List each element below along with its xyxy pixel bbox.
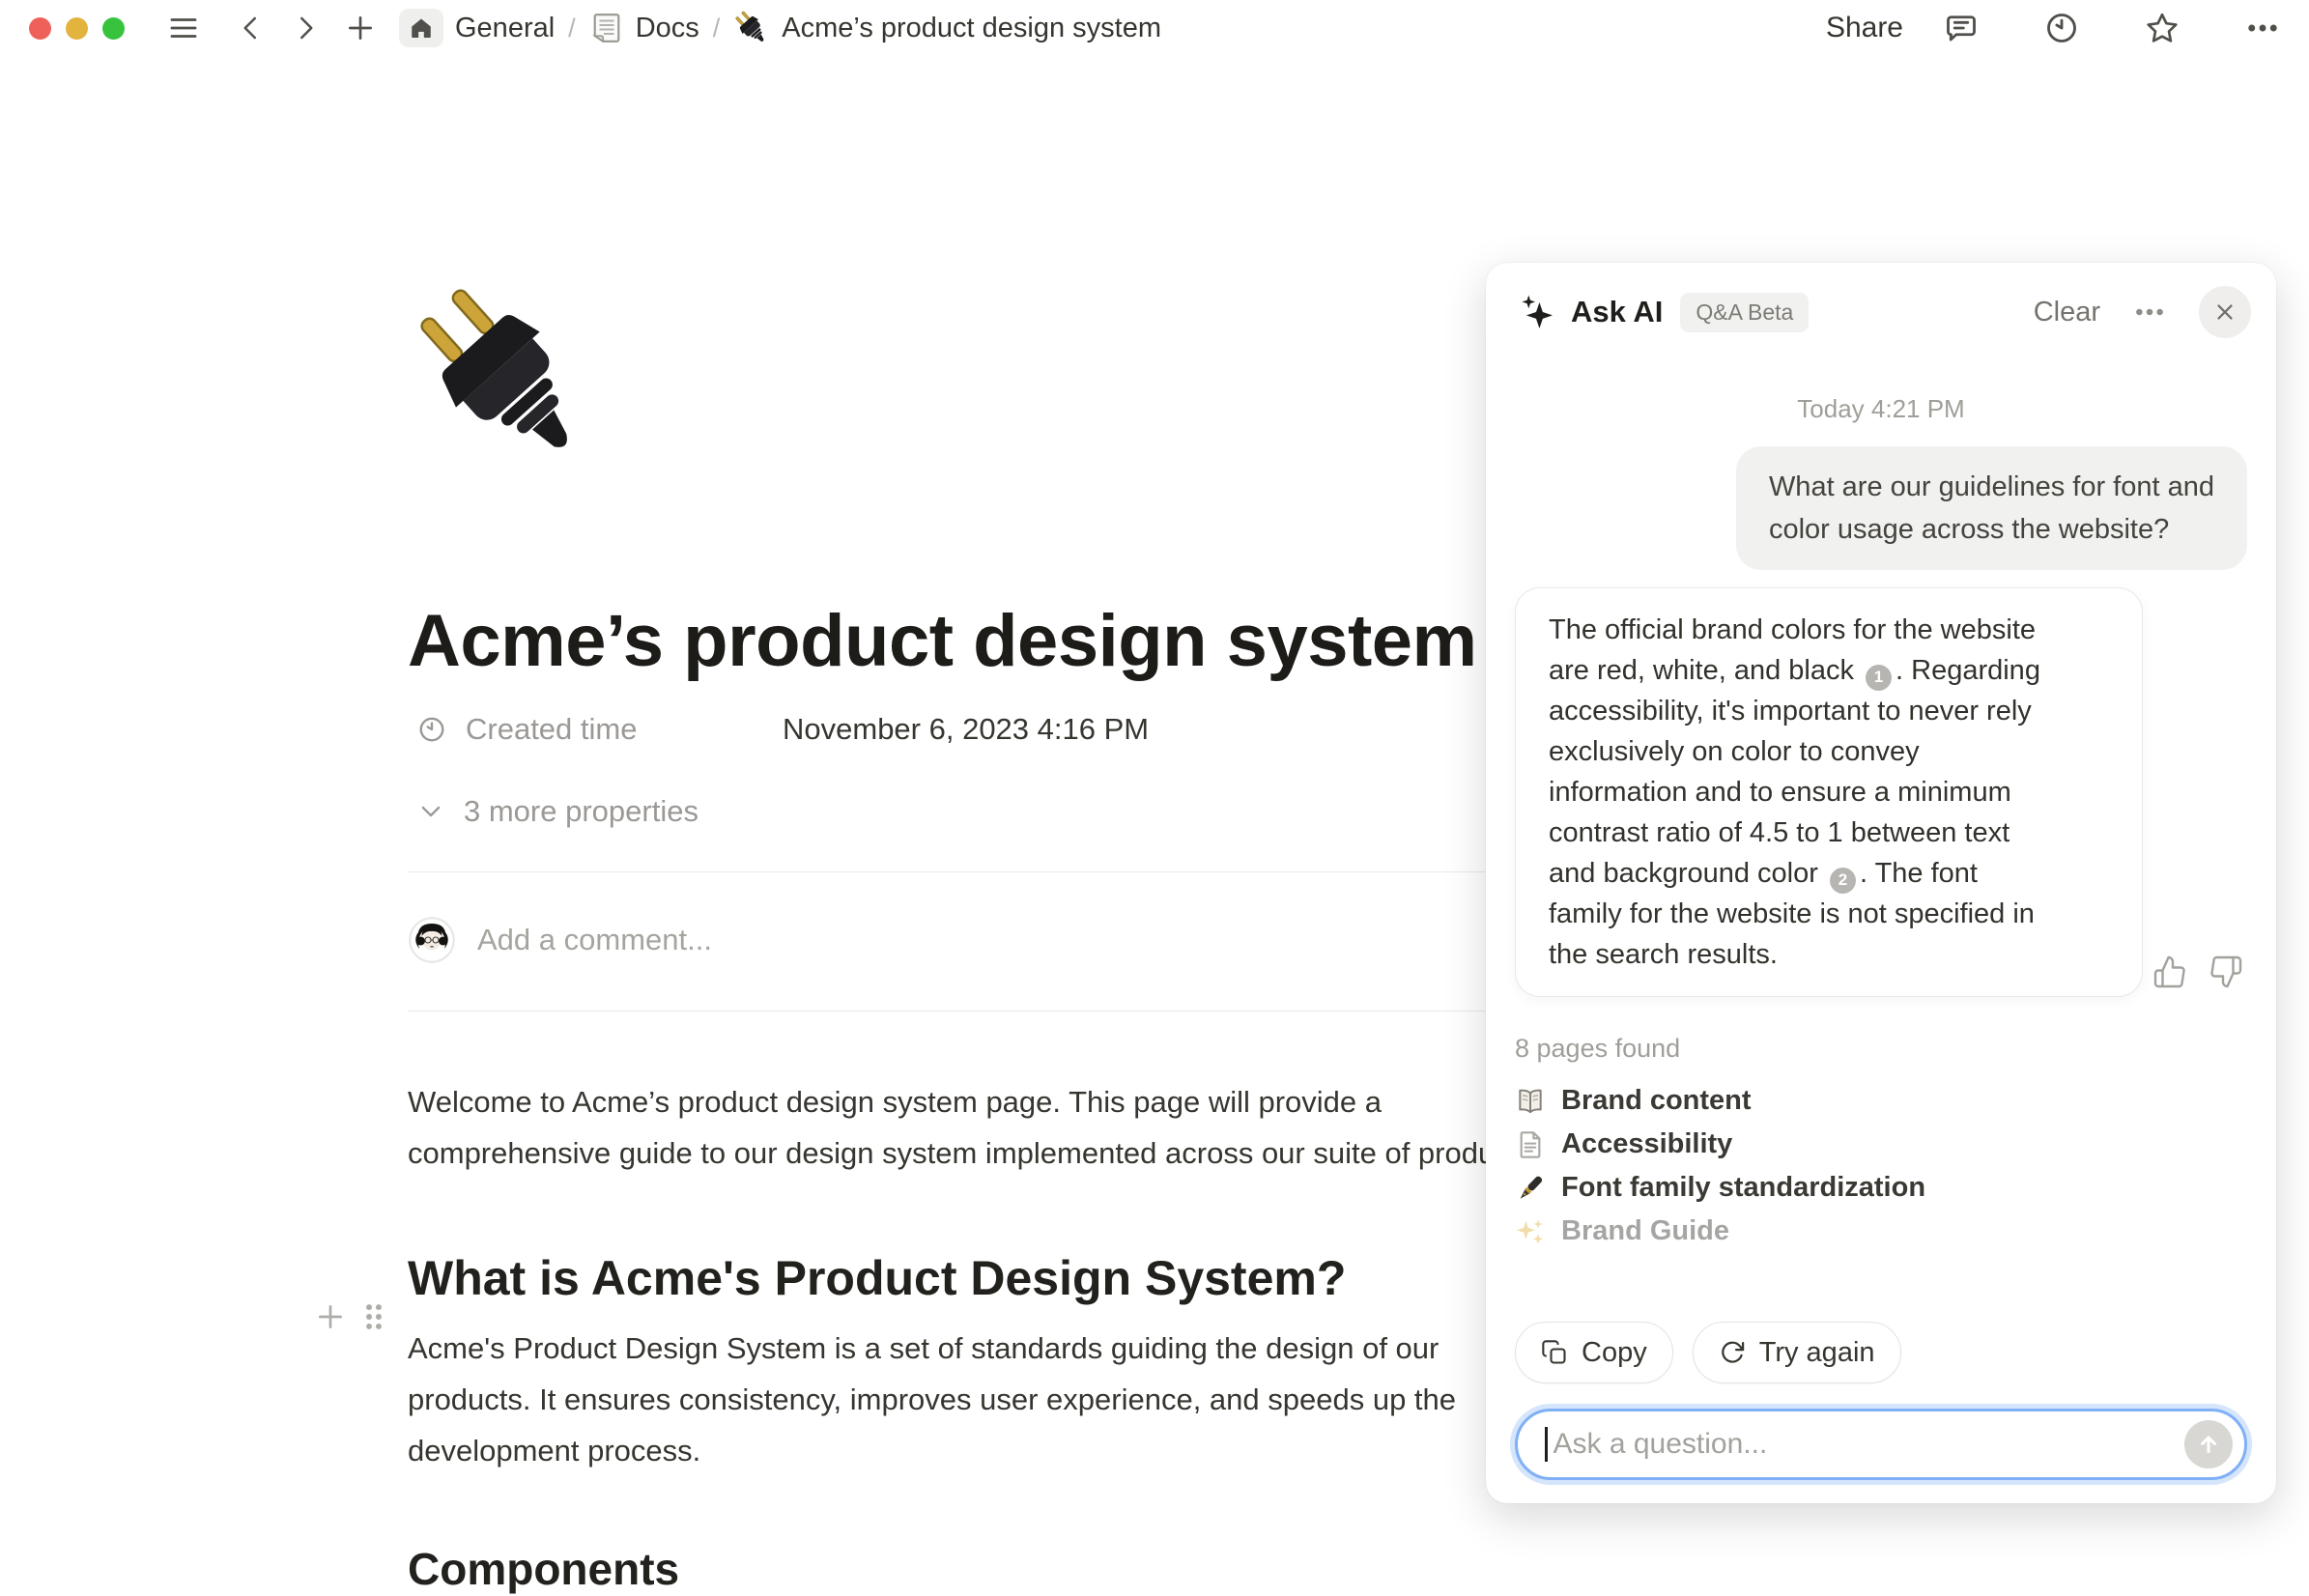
answer-text: . Regarding accessibility, it's importan… (1549, 655, 2040, 889)
ask-ai-panel: Ask AI Q&A Beta Clear Today 4:21 PM What… (1486, 263, 2276, 1503)
fountain-pen-icon (1515, 1173, 1546, 1204)
ask-ai-title: Ask AI (1571, 295, 1663, 329)
answer-actions: Copy Try again (1515, 1322, 1901, 1383)
breadcrumb: General / Docs / Acme’s product design s… (399, 9, 1161, 47)
ai-answer-bubble: The official brand colors for the websit… (1515, 587, 2143, 997)
clear-button[interactable]: Clear (2034, 297, 2100, 328)
breadcrumb-item-docs[interactable]: Docs (589, 11, 699, 45)
history-clock-icon[interactable] (2044, 11, 2079, 45)
retry-icon (1719, 1339, 1746, 1366)
user-avatar (410, 918, 454, 962)
result-item-brand-guide[interactable]: Brand Guide (1515, 1210, 2247, 1253)
minimize-window-button[interactable] (66, 17, 88, 40)
user-question-bubble: What are our guidelines for font and col… (1736, 446, 2247, 570)
ask-question-input[interactable] (1552, 1427, 2185, 1462)
property-value: November 6, 2023 4:16 PM (783, 712, 1149, 747)
close-window-button[interactable] (29, 17, 51, 40)
add-comment-placeholder: Add a comment... (477, 923, 712, 957)
try-again-label: Try again (1759, 1337, 1875, 1369)
result-label: Brand Guide (1561, 1215, 1729, 1247)
page-icon (1515, 1129, 1546, 1160)
sidebar-toggle-icon[interactable] (167, 12, 200, 44)
page-icon-plug-emoji[interactable] (408, 280, 601, 483)
breadcrumb-item-current-page[interactable]: Acme’s product design system (733, 10, 1161, 46)
panel-more-options-icon[interactable] (2133, 296, 2166, 328)
favorite-star-icon[interactable] (2145, 11, 2180, 45)
zoom-window-button[interactable] (102, 17, 125, 40)
citation-chip-2[interactable]: 2 (1830, 868, 1856, 894)
result-label: Brand content (1561, 1085, 1752, 1117)
nav-back-icon[interactable] (237, 14, 266, 43)
more-properties-toggle[interactable]: 3 more properties (408, 794, 1470, 829)
open-book-icon (1515, 1086, 1546, 1117)
copy-icon (1541, 1339, 1568, 1366)
add-comment-row[interactable]: Add a comment... (408, 906, 1470, 974)
drag-handle-icon[interactable] (361, 1300, 386, 1333)
property-label: Created time (466, 712, 755, 747)
sparkles-icon (1515, 1216, 1546, 1247)
plug-icon (733, 10, 770, 46)
close-panel-button[interactable] (2199, 286, 2251, 338)
clock-icon (417, 715, 446, 744)
result-label: Accessibility (1561, 1128, 1732, 1160)
ask-question-input-wrapper (1515, 1409, 2247, 1480)
result-label: Font family standardization (1561, 1172, 1925, 1204)
breadcrumb-separator: / (713, 14, 721, 43)
traffic-lights (29, 17, 125, 40)
copy-label: Copy (1582, 1337, 1647, 1369)
citation-chip-1[interactable]: 1 (1866, 665, 1892, 691)
window-toolbar: General / Docs / Acme’s product design s… (0, 0, 2309, 56)
try-again-button[interactable]: Try again (1693, 1322, 1901, 1383)
document-page-icon (589, 11, 624, 45)
ask-ai-header: Ask AI Q&A Beta Clear (1519, 284, 2251, 340)
breadcrumb-label: Acme’s product design system (782, 13, 1161, 44)
chevron-down-icon (417, 798, 444, 825)
result-item-accessibility[interactable]: Accessibility (1515, 1123, 2247, 1166)
ai-sparkle-icon (1519, 293, 1557, 331)
more-properties-label: 3 more properties (464, 794, 698, 829)
pages-found-label: 8 pages found (1515, 1034, 2247, 1064)
property-row-created-time[interactable]: Created time November 6, 2023 4:16 PM (408, 712, 1470, 747)
home-icon (399, 9, 443, 47)
conversation-timestamp: Today 4:21 PM (1486, 394, 2276, 424)
result-item-font-family-standardization[interactable]: Font family standardization (1515, 1166, 2247, 1210)
breadcrumb-item-general[interactable]: General (399, 9, 555, 47)
share-button[interactable]: Share (1826, 12, 1903, 44)
breadcrumb-label: Docs (636, 13, 699, 44)
comments-icon[interactable] (1944, 11, 1979, 45)
text-caret (1545, 1427, 1548, 1462)
new-page-icon[interactable] (345, 13, 376, 43)
breadcrumb-label: General (455, 13, 555, 44)
breadcrumb-separator: / (568, 14, 576, 43)
answer-feedback (2152, 955, 2243, 989)
copy-button[interactable]: Copy (1515, 1322, 1673, 1383)
more-options-icon[interactable] (2245, 11, 2280, 45)
add-block-icon[interactable] (315, 1301, 346, 1332)
thumbs-up-icon[interactable] (2152, 955, 2187, 989)
block-handles (315, 1300, 386, 1333)
search-results: 8 pages found Brand content Accessibilit… (1515, 1034, 2247, 1253)
thumbs-down-icon[interactable] (2209, 955, 2243, 989)
nav-forward-icon[interactable] (291, 14, 320, 43)
result-item-brand-content[interactable]: Brand content (1515, 1079, 2247, 1123)
send-question-button[interactable] (2184, 1420, 2233, 1468)
components-heading[interactable]: Components (408, 1542, 679, 1596)
qa-beta-badge: Q&A Beta (1680, 293, 1809, 332)
